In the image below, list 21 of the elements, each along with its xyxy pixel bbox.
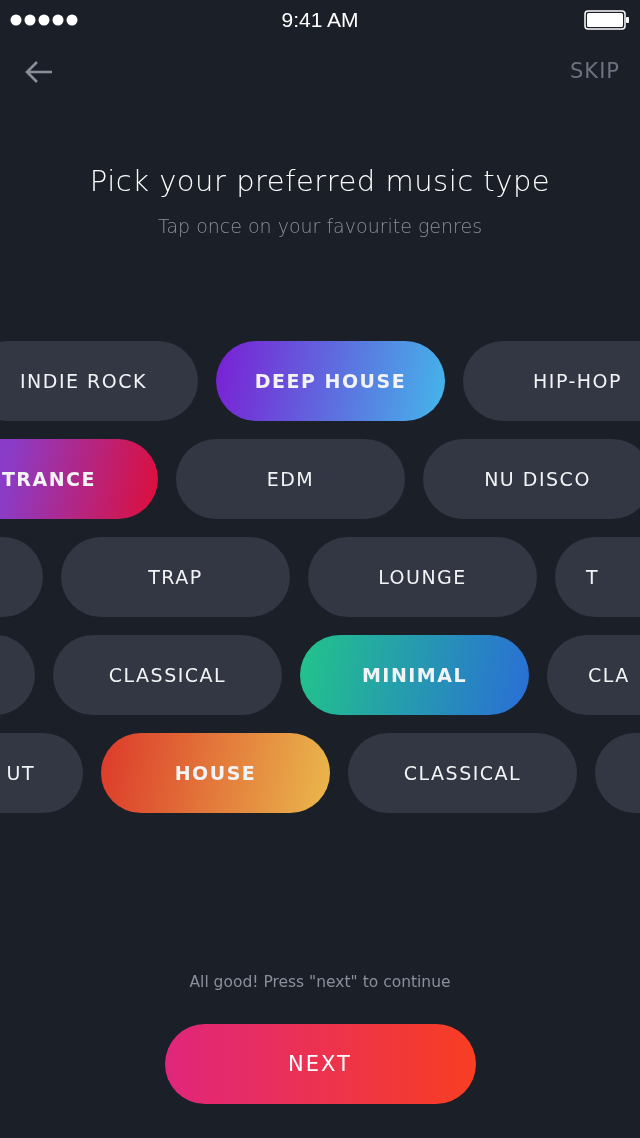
genre-pill[interactable]: CLA xyxy=(547,635,640,715)
hint-text: All good! Press "next" to continue xyxy=(188,972,452,993)
battery-icon xyxy=(584,10,630,30)
genre-pill[interactable]: LOUNGE xyxy=(308,537,537,617)
page-subtitle: Tap once on your favourite genres xyxy=(156,213,484,239)
genre-pill[interactable]: UT xyxy=(0,733,83,813)
page-title: Pick your preferred music type xyxy=(88,163,552,200)
genre-pill[interactable]: NU DISCO xyxy=(423,439,640,519)
genre-pill[interactable]: HIP-HOP xyxy=(463,341,640,421)
signal-icon xyxy=(10,14,80,26)
genre-pill[interactable]: TRAP xyxy=(61,537,290,617)
genre-pill[interactable]: EDM xyxy=(176,439,405,519)
genre-pill[interactable]: T xyxy=(555,537,640,617)
back-arrow-icon[interactable] xyxy=(24,60,54,84)
genre-pill[interactable]: INDIE ROCK xyxy=(0,341,198,421)
genre-pill[interactable]: CLASSICAL xyxy=(348,733,577,813)
genre-pill[interactable]: TRANCE xyxy=(0,439,158,519)
clock-time: 9:41 AM xyxy=(281,7,359,34)
next-button[interactable]: NEXT xyxy=(164,1024,476,1105)
genre-pill[interactable]: CLASSICAL xyxy=(53,635,282,715)
genre-pill[interactable]: DEEP HOUSE xyxy=(216,341,445,421)
